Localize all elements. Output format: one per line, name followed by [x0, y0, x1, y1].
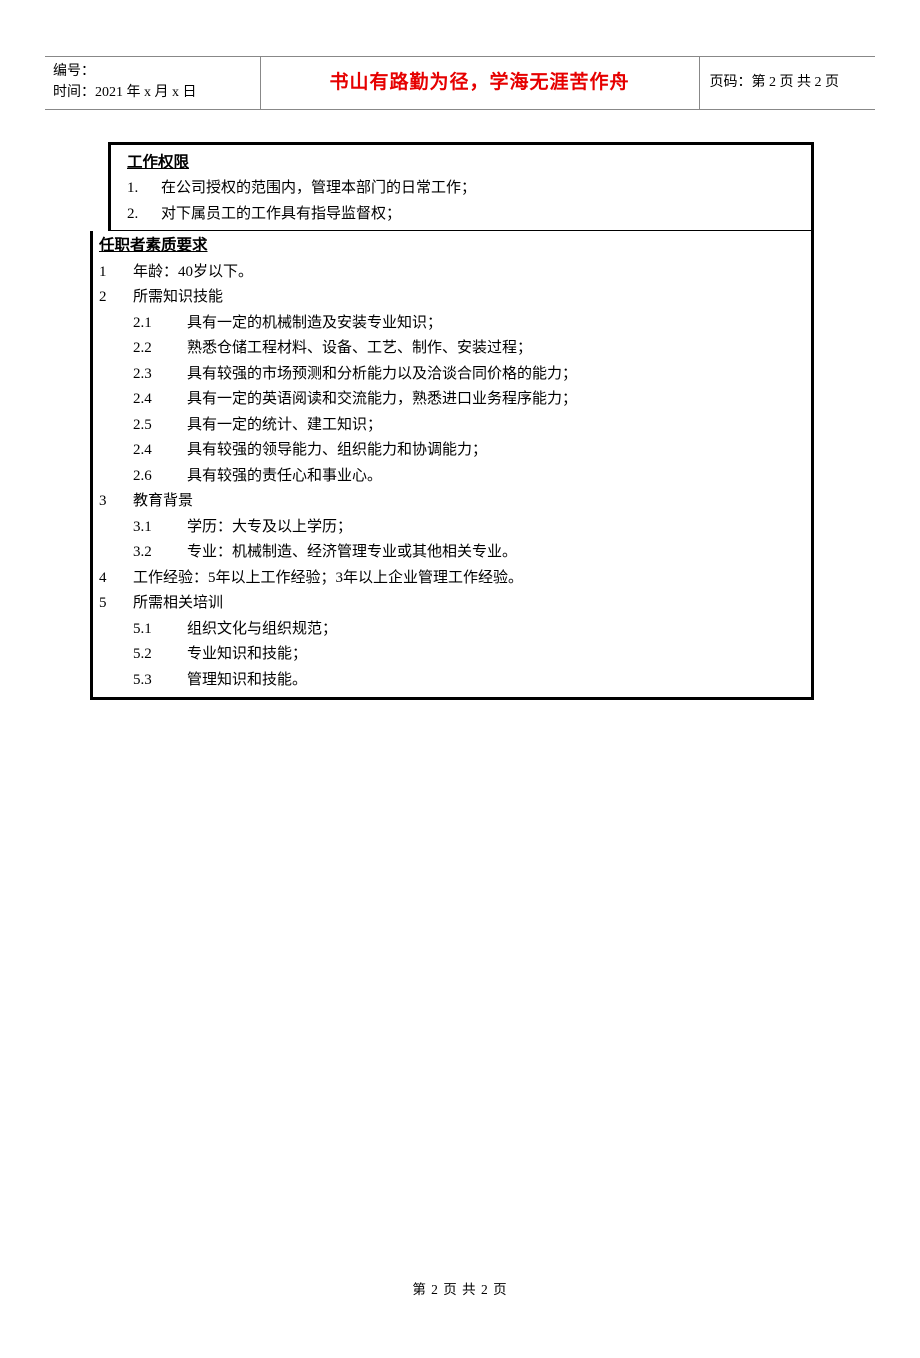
subitem-text: 管理知识和技能。 — [187, 668, 307, 694]
list-subitem: 2.1具有一定的机械制造及安装专业知识； — [99, 311, 803, 337]
subitem-number: 3.1 — [133, 515, 187, 541]
page-footer: 第 2 页 共 2 页 — [0, 1279, 920, 1302]
header-motto: 书山有路勤为径，学海无涯苦作舟 — [260, 57, 699, 110]
section-title-work-authority: 工作权限 — [127, 150, 803, 176]
item-text: 所需知识技能 — [133, 285, 223, 311]
item-number: 2. — [127, 202, 161, 228]
list-subitem: 3.2专业：机械制造、经济管理专业或其他相关专业。 — [99, 540, 803, 566]
subitem-number: 5.1 — [133, 617, 187, 643]
list-item: 2. 对下属员工的工作具有指导监督权； — [127, 202, 803, 228]
item-number: 3 — [99, 489, 133, 515]
subitem-number: 2.4 — [133, 438, 187, 464]
subitem-number: 2.6 — [133, 464, 187, 490]
subitem-number: 3.2 — [133, 540, 187, 566]
subitem-number: 5.2 — [133, 642, 187, 668]
list-item: 3 教育背景 — [99, 489, 803, 515]
item-number: 1. — [127, 176, 161, 202]
item-text: 年龄：40岁以下。 — [133, 260, 253, 286]
subitem-text: 学历：大专及以上学历； — [187, 515, 352, 541]
item-text: 在公司授权的范围内，管理本部门的日常工作； — [161, 176, 476, 202]
list-subitem: 5.1组织文化与组织规范； — [99, 617, 803, 643]
header-page-label: 页码：第 2 页 共 2 页 — [699, 57, 875, 110]
list-item: 5 所需相关培训 — [99, 591, 803, 617]
subitem-number: 2.2 — [133, 336, 187, 362]
list-subitem: 5.2专业知识和技能； — [99, 642, 803, 668]
subitem-text: 具有较强的市场预测和分析能力以及洽谈合同价格的能力； — [187, 362, 577, 388]
subitem-text: 具有一定的统计、建工知识； — [187, 413, 382, 439]
subitem-text: 熟悉仓储工程材料、设备、工艺、制作、安装过程； — [187, 336, 532, 362]
list-subitem: 3.1学历：大专及以上学历； — [99, 515, 803, 541]
subitem-text: 具有一定的机械制造及安装专业知识； — [187, 311, 442, 337]
item-text: 教育背景 — [133, 489, 193, 515]
subitem-text: 具有较强的责任心和事业心。 — [187, 464, 382, 490]
time-label: 时间：2021 年 x 月 x 日 — [53, 82, 252, 103]
subitem-number: 2.1 — [133, 311, 187, 337]
list-item: 4 工作经验：5年以上工作经验；3年以上企业管理工作经验。 — [99, 566, 803, 592]
item-number: 2 — [99, 285, 133, 311]
section-work-authority: 工作权限 1. 在公司授权的范围内，管理本部门的日常工作； 2. 对下属员工的工… — [108, 142, 814, 231]
list-subitem: 2.3具有较强的市场预测和分析能力以及洽谈合同价格的能力； — [99, 362, 803, 388]
page-header: 编号： 时间：2021 年 x 月 x 日 书山有路勤为径，学海无涯苦作舟 页码… — [45, 57, 875, 110]
subitem-number: 5.3 — [133, 668, 187, 694]
list-subitem: 2.5具有一定的统计、建工知识； — [99, 413, 803, 439]
list-item: 1 年龄：40岁以下。 — [99, 260, 803, 286]
item-number: 5 — [99, 591, 133, 617]
list-item: 1. 在公司授权的范围内，管理本部门的日常工作； — [127, 176, 803, 202]
item-text: 工作经验：5年以上工作经验；3年以上企业管理工作经验。 — [133, 566, 523, 592]
list-subitem: 2.2熟悉仓储工程材料、设备、工艺、制作、安装过程； — [99, 336, 803, 362]
subitem-text: 专业：机械制造、经济管理专业或其他相关专业。 — [187, 540, 517, 566]
list-subitem: 2.6具有较强的责任心和事业心。 — [99, 464, 803, 490]
item-number: 1 — [99, 260, 133, 286]
subitem-text: 组织文化与组织规范； — [187, 617, 337, 643]
subitem-number: 2.5 — [133, 413, 187, 439]
section-qualifications: 任职者素质要求 1 年龄：40岁以下。 2 所需知识技能 2.1具有一定的机械制… — [90, 231, 814, 700]
item-text: 所需相关培训 — [133, 591, 223, 617]
subitem-number: 2.4 — [133, 387, 187, 413]
list-subitem: 5.3管理知识和技能。 — [99, 668, 803, 694]
subitem-number: 2.3 — [133, 362, 187, 388]
header-left-cell: 编号： 时间：2021 年 x 月 x 日 — [45, 57, 260, 110]
subitem-text: 具有一定的英语阅读和交流能力，熟悉进口业务程序能力； — [187, 387, 577, 413]
item-number: 4 — [99, 566, 133, 592]
list-item: 2 所需知识技能 — [99, 285, 803, 311]
document-body: 工作权限 1. 在公司授权的范围内，管理本部门的日常工作； 2. 对下属员工的工… — [108, 142, 814, 700]
section-title-qualifications: 任职者素质要求 — [99, 233, 803, 259]
list-subitem: 2.4具有较强的领导能力、组织能力和协调能力； — [99, 438, 803, 464]
list-subitem: 2.4具有一定的英语阅读和交流能力，熟悉进口业务程序能力； — [99, 387, 803, 413]
subitem-text: 专业知识和技能； — [187, 642, 307, 668]
subitem-text: 具有较强的领导能力、组织能力和协调能力； — [187, 438, 487, 464]
item-text: 对下属员工的工作具有指导监督权； — [161, 202, 401, 228]
serial-label: 编号： — [53, 61, 252, 82]
